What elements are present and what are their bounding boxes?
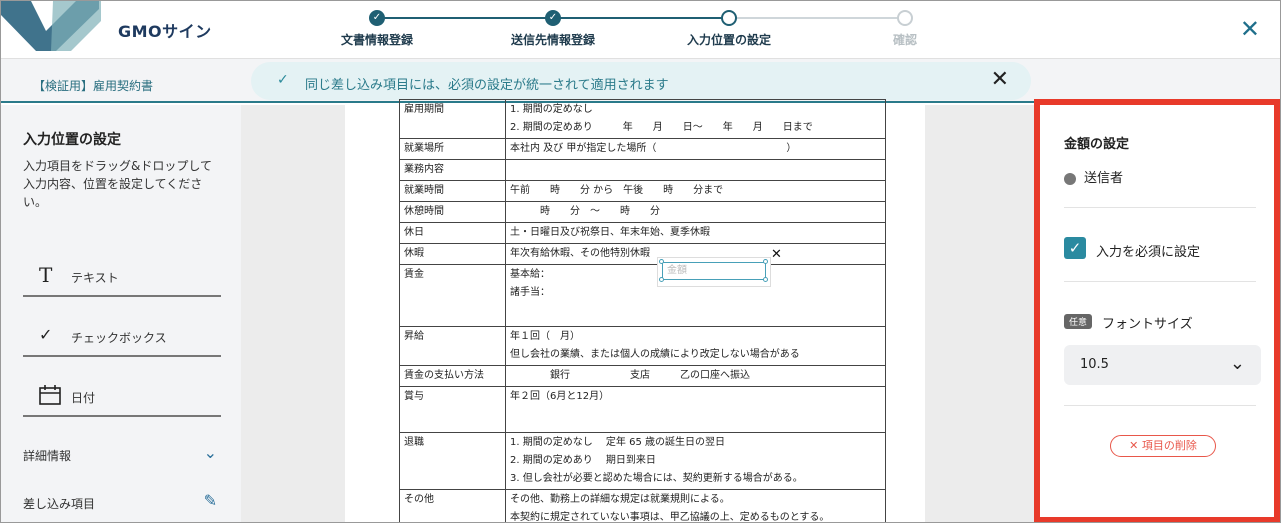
row-key: 休暇 xyxy=(399,243,506,265)
logo: GMOサイン xyxy=(118,22,212,41)
details-toggle[interactable]: 詳細情報 ⌄ xyxy=(23,443,221,467)
logo-mark-icon xyxy=(1,1,101,51)
sidebar-title: 入力位置の設定 xyxy=(23,132,121,148)
sender-label: 送信者 xyxy=(1084,171,1124,186)
font-size-label: フォントサイズ xyxy=(1102,317,1193,332)
row-value xyxy=(505,159,886,181)
document-canvas: 雇用期間 1. 期間の定めなし 2. 期間の定めあり 年 月 日～ 年 月 日まで… xyxy=(241,99,1034,522)
field-label: 日付 xyxy=(71,391,96,405)
toast-close-icon[interactable]: ✕ xyxy=(991,67,1009,92)
toast-message: 同じ差し込み項目には、必須の設定が統一されて適用されます xyxy=(305,78,669,93)
sidebar-description: 入力項目をドラッグ&ドロップして入力内容、位置を設定してください。 xyxy=(23,159,212,209)
date-field-button[interactable]: 日付 xyxy=(23,375,221,417)
panel-title: 金額の設定 xyxy=(1064,137,1130,152)
merge-items-label: 差し込み項目 xyxy=(23,497,96,511)
step-todo-icon xyxy=(897,10,913,26)
optional-badge: 任意 xyxy=(1064,314,1093,329)
step-label: 送信先情報登録 xyxy=(510,33,596,47)
row-key: 雇用期間 xyxy=(399,99,506,139)
divider xyxy=(1064,207,1256,208)
contract-table: 雇用期間 1. 期間の定めなし 2. 期間の定めあり 年 月 日～ 年 月 日まで… xyxy=(399,99,886,522)
row-key: 就業場所 xyxy=(399,138,506,160)
row-key: 賃金 xyxy=(399,264,506,327)
font-size-select[interactable]: 10.5 ⌄ xyxy=(1064,345,1261,385)
field-label: チェックボックス xyxy=(71,331,167,345)
row-key: 休憩時間 xyxy=(399,201,506,223)
details-label: 詳細情報 xyxy=(23,449,72,463)
amount-input[interactable]: 金額 xyxy=(662,262,766,280)
check-icon: ✓ xyxy=(39,325,53,344)
check-icon: ✓ xyxy=(277,72,289,88)
row-value: 時 分 ～ 時 分 xyxy=(505,201,886,223)
sender-dot-icon xyxy=(1064,172,1076,185)
edit-icon[interactable]: ✎ xyxy=(204,491,217,510)
remove-field-icon[interactable]: ✕ xyxy=(771,247,782,262)
text-icon: T xyxy=(39,263,53,287)
row-key: 業務内容 xyxy=(399,159,506,181)
row-key: 賃金の支払い方法 xyxy=(399,365,506,387)
step-connector xyxy=(379,17,547,19)
chevron-down-icon: ⌄ xyxy=(1229,353,1245,374)
checkbox-field-button[interactable]: ✓ チェックボックス xyxy=(23,315,221,357)
step-label: 文書情報登録 xyxy=(340,33,414,47)
divider xyxy=(1064,281,1256,282)
close-icon[interactable]: ✕ xyxy=(1240,15,1260,43)
merge-items-row[interactable]: 差し込み項目 ✎ xyxy=(23,491,221,515)
step-connector xyxy=(555,17,723,19)
step-label: 入力位置の設定 xyxy=(686,33,772,47)
row-key: その他 xyxy=(399,489,506,522)
step-current-icon xyxy=(721,10,737,26)
row-key: 賞与 xyxy=(399,386,506,433)
step-connector xyxy=(731,17,899,19)
amount-field-container[interactable]: 金額 xyxy=(657,257,771,287)
divider xyxy=(1064,405,1256,406)
progress-stepper: ✓ ✓ 文書情報登録 送信先情報登録 入力位置の設定 確認 xyxy=(331,9,951,49)
row-key: 休日 xyxy=(399,222,506,244)
document-title: 【検証用】雇用契約書 xyxy=(33,79,154,93)
field-settings-panel: 金額の設定 送信者 ✓ 入力を必須に設定 任意 フォントサイズ 10.5 ⌄ ✕… xyxy=(1034,99,1280,522)
row-value: 年２回（6月と12月） xyxy=(505,386,886,433)
document-page: 雇用期間 1. 期間の定めなし 2. 期間の定めあり 年 月 日～ 年 月 日まで… xyxy=(345,99,925,522)
font-size-value: 10.5 xyxy=(1080,357,1109,372)
row-key: 就業時間 xyxy=(399,180,506,202)
resize-handle[interactable] xyxy=(659,259,664,264)
row-value: 1. 期間の定めなし 2. 期間の定めあり 年 月 日～ 年 月 日まで xyxy=(505,99,886,139)
app-window: GMOサイン ✓ ✓ 文書情報登録 送信先情報登録 入力位置の設定 確認 ✕ 【… xyxy=(0,0,1281,523)
row-value: その他、勤務上の詳細な規定は就業規則による。 本契約に規定されていない事項は、甲… xyxy=(505,489,886,522)
field-label: テキスト xyxy=(71,271,119,285)
row-key: 昇給 xyxy=(399,326,506,366)
row-value: 年１回（ 月） 但し会社の業績、または個人の成績により改定しない場合がある xyxy=(505,326,886,366)
sender-row: 送信者 xyxy=(1064,167,1123,186)
row-value: 銀行 支店 乙の口座へ振込 xyxy=(505,365,886,387)
row-value: 土・日曜日及び祝祭日、年末年始、夏季休暇 xyxy=(505,222,886,244)
row-value: 午前 時 分 から 午後 時 分まで xyxy=(505,180,886,202)
sidebar: 入力位置の設定 入力項目をドラッグ&ドロップして入力内容、位置を設定してください… xyxy=(1,105,241,522)
delete-field-button[interactable]: ✕ 項目の削除 xyxy=(1110,435,1216,457)
row-value: 1. 期間の定めなし 定年 65 歳の誕生日の翌日 2. 期間の定めあり 期日到… xyxy=(505,432,886,490)
resize-handle[interactable] xyxy=(763,259,768,264)
resize-handle[interactable] xyxy=(659,277,664,282)
calendar-icon xyxy=(39,385,61,405)
header: GMOサイン ✓ ✓ 文書情報登録 送信先情報登録 入力位置の設定 確認 ✕ xyxy=(1,1,1280,59)
step-label: 確認 xyxy=(892,33,918,47)
resize-handle[interactable] xyxy=(763,277,768,282)
row-key: 退職 xyxy=(399,432,506,490)
step-done-icon: ✓ xyxy=(545,10,561,26)
required-label: 入力を必須に設定 xyxy=(1096,245,1201,260)
notification-toast: ✓ 同じ差し込み項目には、必須の設定が統一されて適用されます ✕ xyxy=(251,62,1031,100)
required-checkbox[interactable]: ✓ xyxy=(1064,237,1086,259)
chevron-down-icon: ⌄ xyxy=(203,443,217,462)
document-bar: 【検証用】雇用契約書 ✓ 同じ差し込み項目には、必須の設定が統一されて適用されま… xyxy=(1,59,1280,103)
row-value: 本社内 及び 甲が指定した場所（ ） xyxy=(505,138,886,160)
step-done-icon: ✓ xyxy=(369,10,385,26)
text-field-button[interactable]: T テキスト xyxy=(23,255,221,297)
